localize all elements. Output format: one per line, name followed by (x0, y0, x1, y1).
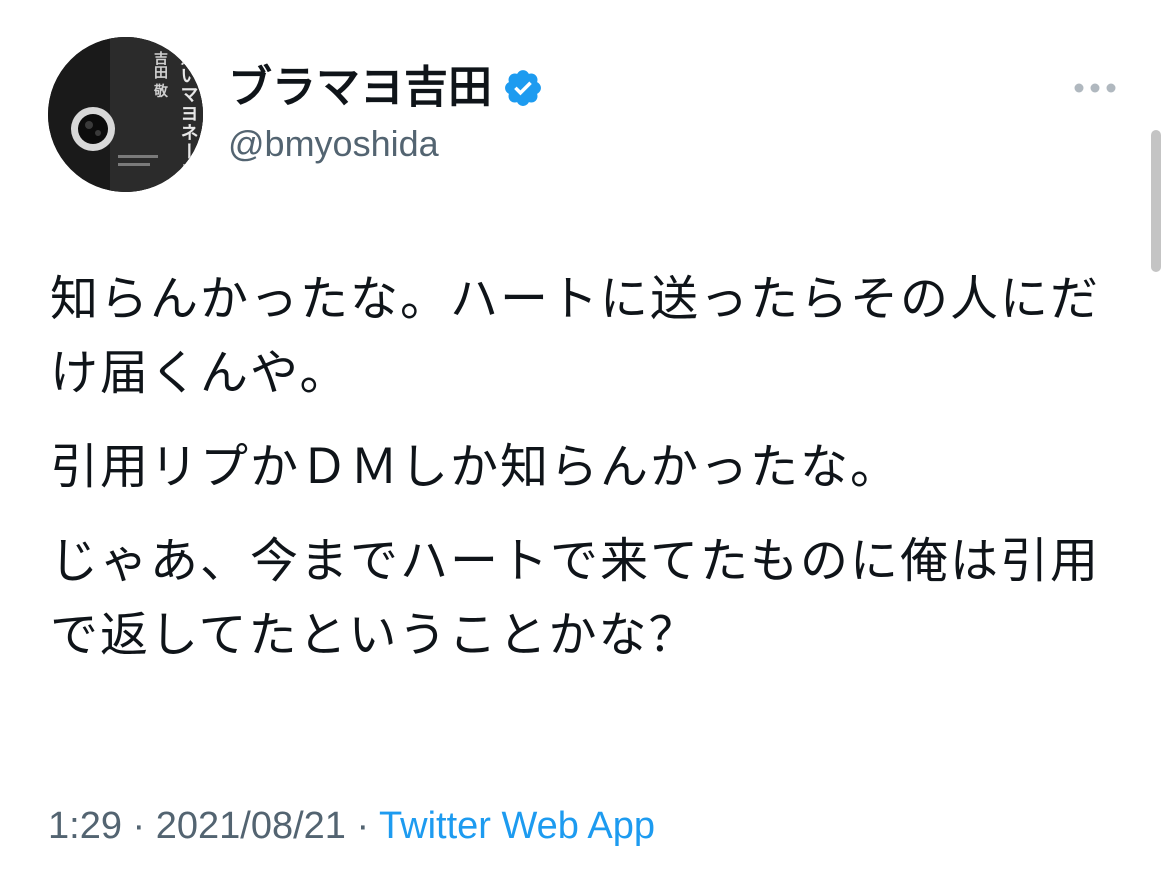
author-name-row: ブラマヨ吉田 (228, 60, 544, 116)
tweet-paragraph: じゃあ、今までハートで来てたものに俺は引用で返してたということかな？ (50, 533, 1101, 663)
meta-separator: · (132, 805, 146, 847)
avatar-image: 黒いマヨネーズ 吉田 敬 (48, 37, 203, 192)
tweet-date[interactable]: 2021/08/21 (156, 805, 346, 847)
more-horizontal-icon (1074, 83, 1116, 93)
more-options-button[interactable] (1062, 70, 1128, 106)
avatar-book-author: 吉田 敬 (152, 50, 169, 99)
avatar[interactable]: 黒いマヨネーズ 吉田 敬 (48, 37, 203, 192)
meta-separator: · (356, 805, 370, 847)
avatar-book-title: 黒いマヨネーズ (178, 47, 199, 180)
tweet-paragraph: 知らんかったな。ハートに送ったらその人にだけ届くんや。 (50, 271, 1101, 401)
verified-badge-icon (502, 67, 544, 109)
scrollbar-thumb[interactable] (1151, 130, 1161, 272)
tweet-text: 知らんかったな。ハートに送ったらその人にだけ届くんや。 引用リプかＤＭしか知らん… (50, 262, 1130, 692)
tweet-time[interactable]: 1:29 (48, 805, 122, 847)
author-handle[interactable]: @bmyoshida (228, 122, 439, 166)
tweet-meta: 1:29 · 2021/08/21 · Twitter Web App (48, 800, 655, 852)
tweet-source-link[interactable]: Twitter Web App (379, 805, 655, 847)
tweet-paragraph: 引用リプかＤＭしか知らんかったな。 (50, 439, 901, 495)
tweet-detail: 黒いマヨネーズ 吉田 敬 ブラマヨ吉田 @bmyoshida 知らんかったな。ハ… (0, 0, 1170, 882)
display-name[interactable]: ブラマヨ吉田 (228, 60, 492, 116)
